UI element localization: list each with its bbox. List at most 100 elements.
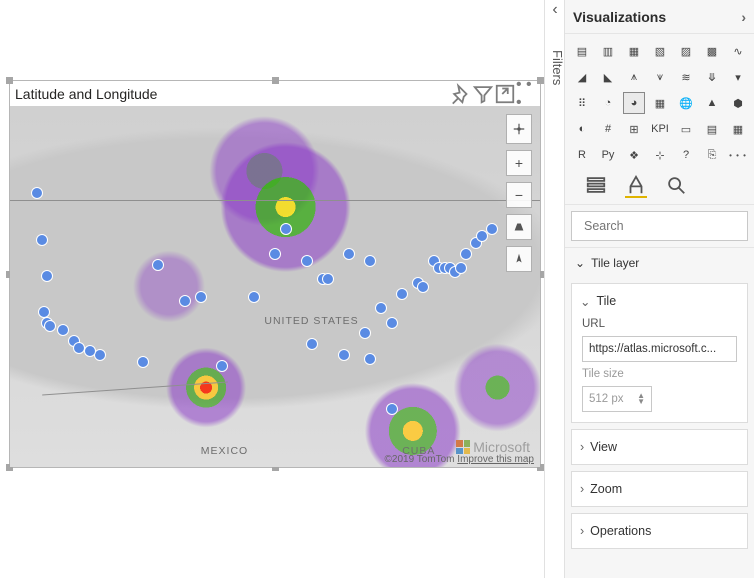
viz-stacked-area-icon[interactable]: ◣ (597, 66, 619, 88)
map-data-point[interactable] (269, 248, 281, 260)
map-data-point[interactable] (396, 288, 408, 300)
search-input[interactable] (584, 219, 745, 233)
viz-stacked-column-icon[interactable]: ▦ (623, 40, 645, 62)
azure-map[interactable]: UNITED STATESMEXICOCUBA + − Microsoft ©2… (10, 106, 540, 467)
viz-line-icon[interactable]: ∿ (727, 40, 749, 62)
viz-waterfall-icon[interactable]: ⤋ (701, 66, 723, 88)
map-data-point[interactable] (359, 327, 371, 339)
visual-header: Latitude and Longitude • • • (10, 81, 540, 106)
viz-kpi-icon[interactable]: KPI (649, 118, 671, 140)
map-data-point[interactable] (179, 295, 191, 307)
zoom-in-button[interactable]: + (506, 150, 532, 176)
expand-filters-icon[interactable]: ‹ (545, 0, 565, 20)
filters-label[interactable]: Filters (545, 50, 565, 85)
map-data-point[interactable] (486, 223, 498, 235)
map-data-point[interactable] (44, 320, 56, 332)
viz-pie-icon[interactable]: ◔ (597, 92, 619, 114)
operations-card-header[interactable]: › Operations (572, 514, 747, 548)
viz-multi-card-icon[interactable]: ⊞ (623, 118, 645, 140)
more-icon[interactable]: • • • (516, 83, 538, 105)
pitch-button[interactable] (506, 214, 532, 240)
report-canvas[interactable]: Latitude and Longitude • • • UNITED STAT… (0, 0, 544, 578)
viz-qna-icon[interactable]: ? (675, 144, 697, 166)
map-data-point[interactable] (386, 317, 398, 329)
map-data-point[interactable] (216, 360, 228, 372)
viz-decomposition-icon[interactable]: ⊹ (649, 144, 671, 166)
viz-line-stacked-icon[interactable]: ⩛ (649, 66, 671, 88)
viz-clustered-bar-icon[interactable]: ▥ (597, 40, 619, 62)
map-data-point[interactable] (364, 353, 376, 365)
improve-map-link[interactable]: Improve this map (457, 454, 534, 465)
analytics-tab[interactable] (665, 174, 687, 198)
fields-tab[interactable] (585, 174, 607, 198)
tile-size-input[interactable]: 512 px ▲▼ (582, 386, 652, 412)
map-data-point[interactable] (31, 187, 43, 199)
map-data-point[interactable] (195, 291, 207, 303)
viz-slicer-icon[interactable]: ▭ (675, 118, 697, 140)
map-data-point[interactable] (152, 259, 164, 271)
tile-url-input[interactable] (582, 336, 737, 362)
viz-matrix-icon[interactable]: ▦ (727, 118, 749, 140)
viz-gauge-icon[interactable]: ◐ (571, 118, 593, 140)
map-data-point[interactable] (57, 324, 69, 336)
map-data-point[interactable] (386, 403, 398, 415)
map-data-point[interactable] (338, 349, 350, 361)
map-data-point[interactable] (476, 230, 488, 242)
zoom-out-button[interactable]: − (506, 182, 532, 208)
map-borders (10, 106, 540, 467)
map-data-point[interactable] (137, 356, 149, 368)
viz-map-icon[interactable]: 🌐 (675, 92, 697, 114)
viz-scatter-icon[interactable]: ⠿ (571, 92, 593, 114)
viz-stacked-bar-icon[interactable]: ▤ (571, 40, 593, 62)
visualizations-header: Visualizations › (565, 0, 754, 34)
viz-key-influencers-icon[interactable]: ❖ (623, 144, 645, 166)
tile-card-header[interactable]: ⌄ Tile (572, 284, 747, 318)
visualization-type-grid: ▤▥▦▧▨▩∿◢◣⩚⩛≋⤋▾⠿◔◕▦🌐▲⬢◐#⊞KPI▭▤▦RPy❖⊹?⎘ (565, 34, 754, 170)
viz-table-icon[interactable]: ▤ (701, 118, 723, 140)
map-data-point[interactable] (460, 248, 472, 260)
map-data-point[interactable] (248, 291, 260, 303)
viz-100-stacked-column-icon[interactable]: ▩ (701, 40, 723, 62)
tile-layer-section[interactable]: ⌄ Tile layer (565, 247, 754, 277)
viz-funnel-icon[interactable]: ▾ (727, 66, 749, 88)
map-data-point[interactable] (41, 270, 53, 282)
collapse-pane-icon[interactable]: › (741, 9, 746, 25)
focus-mode-icon[interactable] (494, 83, 516, 105)
viz-ribbon-icon[interactable]: ≋ (675, 66, 697, 88)
viz-filled-map-icon[interactable]: ▲ (701, 92, 723, 114)
map-data-point[interactable] (301, 255, 313, 267)
viz-donut-icon[interactable]: ◕ (623, 92, 645, 114)
map-data-point[interactable] (375, 302, 387, 314)
map-data-point[interactable] (306, 338, 318, 350)
viz-line-clustered-icon[interactable]: ⩚ (623, 66, 645, 88)
map-data-point[interactable] (343, 248, 355, 260)
viz-100-stacked-bar-icon[interactable]: ▨ (675, 40, 697, 62)
map-visual-container[interactable]: Latitude and Longitude • • • UNITED STAT… (9, 80, 541, 468)
map-data-point[interactable] (417, 281, 429, 293)
map-data-point[interactable] (455, 262, 467, 274)
funnel-icon[interactable] (472, 83, 494, 105)
map-data-point[interactable] (84, 345, 96, 357)
viz-card-icon[interactable]: # (597, 118, 619, 140)
map-data-point[interactable] (364, 255, 376, 267)
viz-more-icon[interactable] (727, 144, 749, 166)
compass-button[interactable] (506, 246, 532, 272)
pin-icon[interactable] (450, 83, 472, 105)
map-data-point[interactable] (36, 234, 48, 246)
map-attribution: ©2019 TomTom Improve this map (385, 454, 534, 465)
map-nav-button[interactable] (506, 114, 532, 144)
viz-treemap-icon[interactable]: ▦ (649, 92, 671, 114)
search-box[interactable] (571, 211, 748, 241)
viz-r-visual-icon[interactable]: R (571, 144, 593, 166)
map-data-point[interactable] (94, 349, 106, 361)
viz-py-visual-icon[interactable]: Py (597, 144, 619, 166)
viz-shape-map-icon[interactable]: ⬢ (727, 92, 749, 114)
viz-clustered-column-icon[interactable]: ▧ (649, 40, 671, 62)
format-tab[interactable] (625, 174, 647, 198)
viz-area-icon[interactable]: ◢ (571, 66, 593, 88)
map-data-point[interactable] (280, 223, 292, 235)
view-card-header[interactable]: › View (572, 430, 747, 464)
map-data-point[interactable] (322, 273, 334, 285)
viz-paginated-icon[interactable]: ⎘ (701, 144, 723, 166)
zoom-card-header[interactable]: › Zoom (572, 472, 747, 506)
